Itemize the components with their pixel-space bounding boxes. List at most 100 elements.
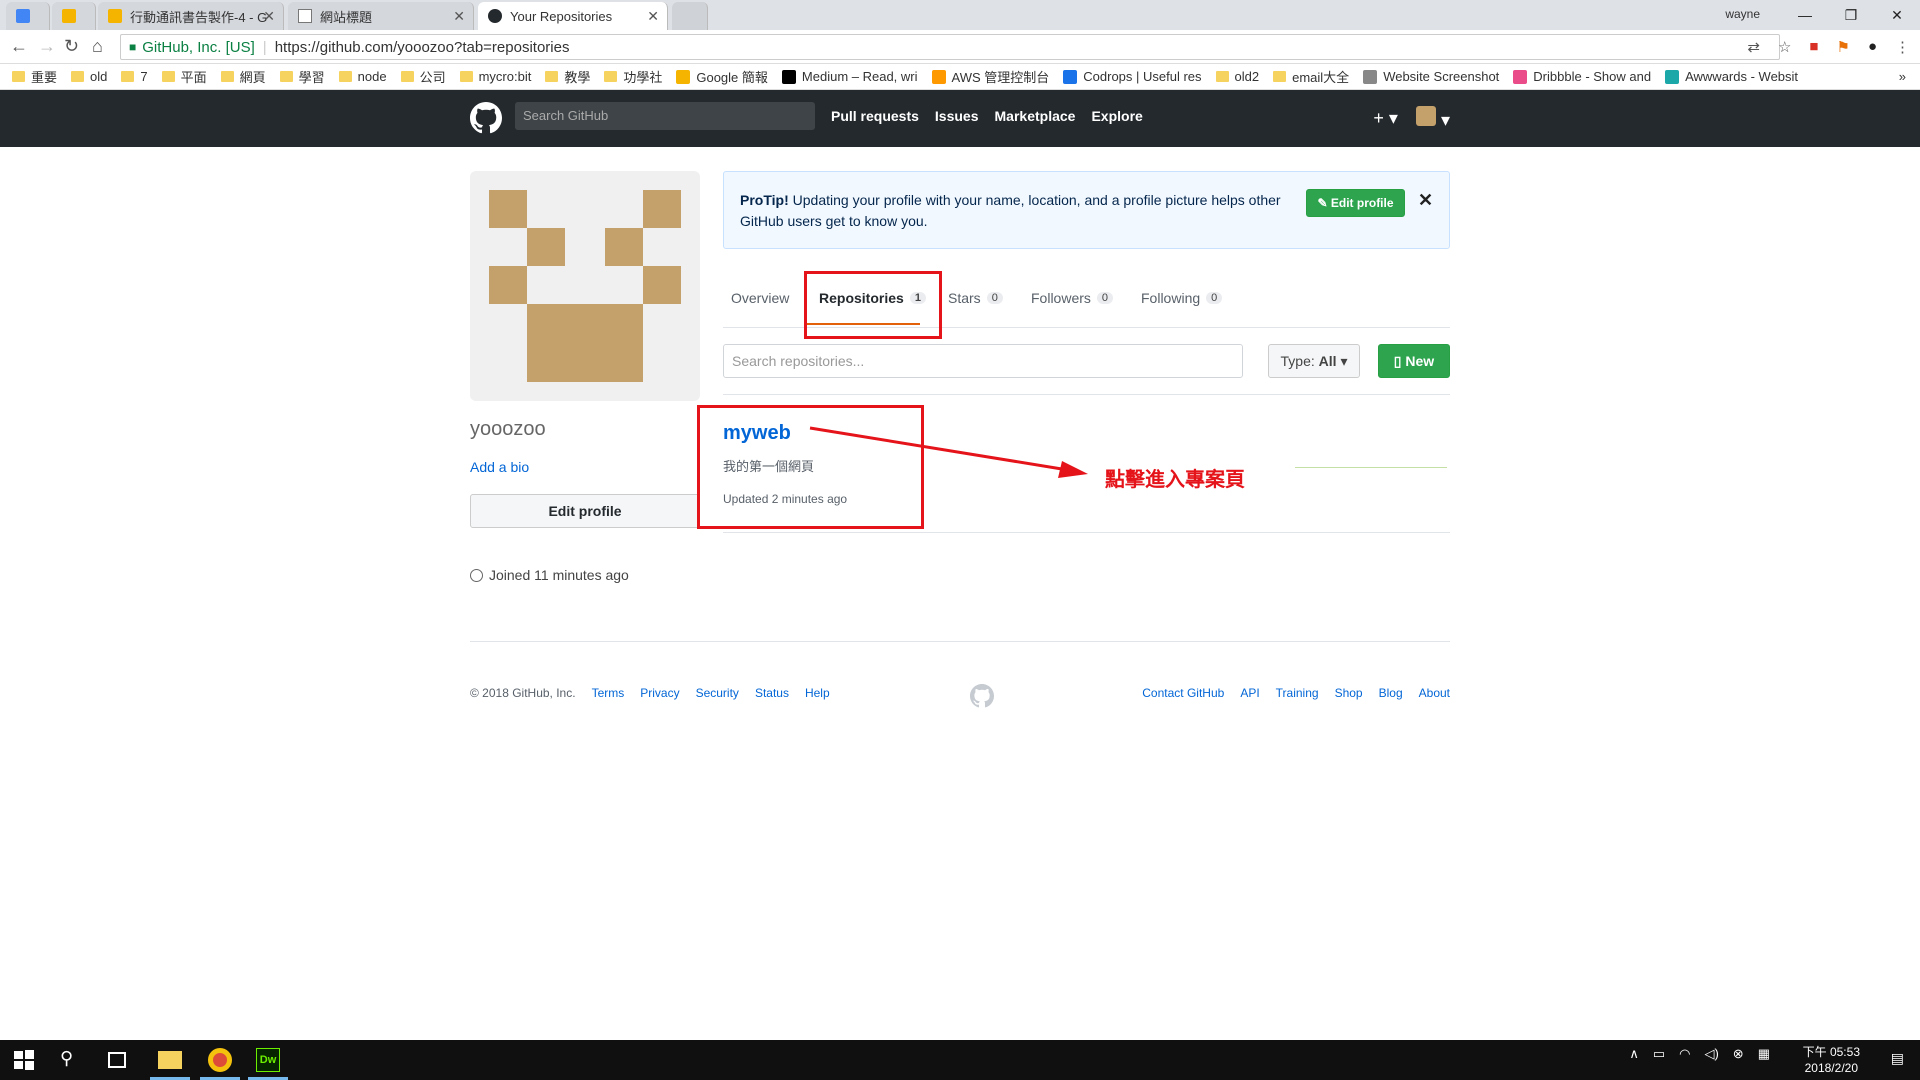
- protip-edit-profile-button[interactable]: ✎ Edit profile: [1306, 189, 1405, 217]
- task-view-icon[interactable]: [108, 1052, 126, 1068]
- bookmark-item[interactable]: Codrops | Useful res: [1063, 69, 1202, 84]
- footer-terms-link[interactable]: Terms: [592, 686, 625, 700]
- tab-overview[interactable]: Overview: [731, 290, 789, 306]
- battery-icon[interactable]: ▭: [1653, 1046, 1665, 1062]
- dreamweaver-icon[interactable]: Dw: [256, 1048, 280, 1072]
- bookmark-item[interactable]: Website Screenshot: [1363, 69, 1499, 84]
- new-tab-button[interactable]: [672, 2, 708, 30]
- nav-marketplace[interactable]: Marketplace: [995, 108, 1076, 124]
- tab-following[interactable]: Following 0: [1141, 290, 1223, 306]
- extension-icon[interactable]: ⚑: [1836, 38, 1849, 56]
- file-explorer-icon[interactable]: [158, 1051, 182, 1069]
- footer-about-link[interactable]: About: [1419, 686, 1450, 700]
- browser-tab-site-title[interactable]: 網站標題 ✕: [288, 2, 474, 30]
- footer-blog-link[interactable]: Blog: [1379, 686, 1403, 700]
- close-icon[interactable]: ✕: [453, 8, 465, 25]
- nav-issues[interactable]: Issues: [935, 108, 979, 124]
- bookmark-item[interactable]: node: [338, 69, 387, 84]
- tab-stars[interactable]: Stars 0: [948, 290, 1003, 306]
- translate-icon[interactable]: ⇄: [1747, 38, 1760, 56]
- bookmark-item[interactable]: email大全: [1273, 67, 1349, 86]
- profile-avatar[interactable]: [470, 171, 700, 401]
- bookmarks-overflow-icon[interactable]: »: [1899, 69, 1906, 84]
- volume-icon[interactable]: ◁): [1704, 1046, 1718, 1062]
- bookmark-item[interactable]: 公司: [400, 67, 446, 86]
- windows-start-icon[interactable]: [12, 1048, 36, 1072]
- address-input[interactable]: ■ GitHub, Inc. [US] | https://github.com…: [120, 34, 1780, 60]
- reload-icon[interactable]: ↻: [64, 36, 79, 57]
- browser-tab-presentation[interactable]: 行動通訊書告製作-4 - G ✕: [98, 2, 284, 30]
- bookmark-item[interactable]: old2: [1215, 69, 1259, 84]
- home-icon[interactable]: ⌂: [92, 36, 103, 57]
- forward-icon[interactable]: →: [38, 36, 56, 57]
- footer-shop-link[interactable]: Shop: [1335, 686, 1363, 700]
- back-icon[interactable]: ←: [10, 36, 28, 57]
- bookmark-item[interactable]: Google 簡報: [676, 67, 768, 86]
- browser-tab-slides[interactable]: [52, 2, 96, 30]
- chrome-icon[interactable]: [208, 1048, 232, 1072]
- bookmark-item[interactable]: 功學社: [604, 67, 662, 86]
- edit-profile-button[interactable]: Edit profile: [470, 494, 700, 528]
- menu-icon[interactable]: ⋮: [1895, 38, 1910, 56]
- close-icon[interactable]: ✕: [263, 8, 275, 25]
- plus-dropdown-icon[interactable]: + ▾: [1373, 108, 1398, 129]
- github-extension-icon[interactable]: ●: [1868, 38, 1877, 56]
- bookmark-item[interactable]: Dribbble - Show and: [1513, 69, 1651, 84]
- bookmark-item[interactable]: Medium – Read, wri: [781, 69, 918, 84]
- new-repo-button[interactable]: ▯ New: [1378, 344, 1450, 378]
- browser-tab-docs[interactable]: [6, 2, 50, 30]
- minimize-icon[interactable]: —: [1782, 7, 1828, 23]
- window-close-icon[interactable]: ✕: [1874, 7, 1920, 24]
- google-docs-icon: [16, 9, 30, 23]
- nav-explore[interactable]: Explore: [1091, 108, 1142, 124]
- bookmark-item[interactable]: mycro:bit: [459, 69, 531, 84]
- footer-privacy-link[interactable]: Privacy: [640, 686, 679, 700]
- github-icon: [488, 9, 502, 23]
- search-icon[interactable]: ⚲: [60, 1048, 84, 1072]
- footer-help-link[interactable]: Help: [805, 686, 830, 700]
- footer-security-link[interactable]: Security: [696, 686, 739, 700]
- bookmark-item[interactable]: old: [71, 69, 107, 84]
- bookmark-item[interactable]: 教學: [545, 67, 590, 86]
- bookmark-item[interactable]: 平面: [161, 67, 207, 86]
- bookmark-item[interactable]: 網頁: [220, 67, 266, 86]
- add-bio-link[interactable]: Add a bio: [470, 459, 529, 475]
- github-search-input[interactable]: Search GitHub: [515, 102, 815, 130]
- github-footer-logo-icon[interactable]: [970, 684, 994, 708]
- browser-tab-repositories[interactable]: Your Repositories ✕: [478, 2, 668, 30]
- type-filter-dropdown[interactable]: Type: All ▾: [1268, 344, 1360, 378]
- footer-contact-link[interactable]: Contact GitHub: [1142, 686, 1224, 700]
- tab-count: 0: [1096, 292, 1114, 304]
- chevron-up-icon[interactable]: ∧: [1629, 1046, 1639, 1062]
- restore-icon[interactable]: ❐: [1828, 7, 1874, 24]
- bookmark-item[interactable]: 學習: [279, 67, 325, 86]
- extension-icon[interactable]: ■: [1809, 38, 1818, 56]
- footer-status-link[interactable]: Status: [755, 686, 789, 700]
- search-repositories-input[interactable]: Search repositories...: [723, 344, 1243, 378]
- bookmark-item[interactable]: 7: [121, 69, 148, 84]
- browser-tab-label: 網站標題: [320, 9, 373, 25]
- close-icon[interactable]: ✕: [647, 8, 659, 25]
- star-icon[interactable]: ☆: [1778, 38, 1791, 56]
- footer-training-link[interactable]: Training: [1276, 686, 1319, 700]
- annotation-arrow: [809, 426, 1088, 478]
- taskbar-clock[interactable]: 下午 05:53 2018/2/20: [1803, 1044, 1860, 1076]
- folder-icon: [338, 71, 352, 82]
- notification-icon[interactable]: ▤: [1891, 1050, 1904, 1067]
- nav-pull-requests[interactable]: Pull requests: [831, 108, 919, 124]
- tab-followers[interactable]: Followers 0: [1031, 290, 1114, 306]
- bookmark-label: 重要: [31, 70, 58, 85]
- window-user[interactable]: wayne: [1725, 7, 1760, 21]
- bookmark-item[interactable]: AWS 管理控制台: [931, 67, 1049, 86]
- github-logo-icon[interactable]: [470, 102, 502, 134]
- close-icon[interactable]: ✕: [1418, 190, 1433, 211]
- bookmark-item[interactable]: Awwwards - Websit: [1665, 69, 1798, 84]
- user-menu[interactable]: ▾: [1415, 106, 1450, 131]
- error-icon[interactable]: ⊗: [1733, 1046, 1744, 1062]
- footer-api-link[interactable]: API: [1240, 686, 1259, 700]
- wifi-icon[interactable]: ◠: [1679, 1046, 1690, 1062]
- bookmark-label: 公司: [419, 70, 446, 85]
- bookmark-item[interactable]: 重要: [12, 67, 57, 86]
- keyboard-icon[interactable]: ▦: [1758, 1046, 1770, 1062]
- bookmark-label: node: [357, 69, 387, 84]
